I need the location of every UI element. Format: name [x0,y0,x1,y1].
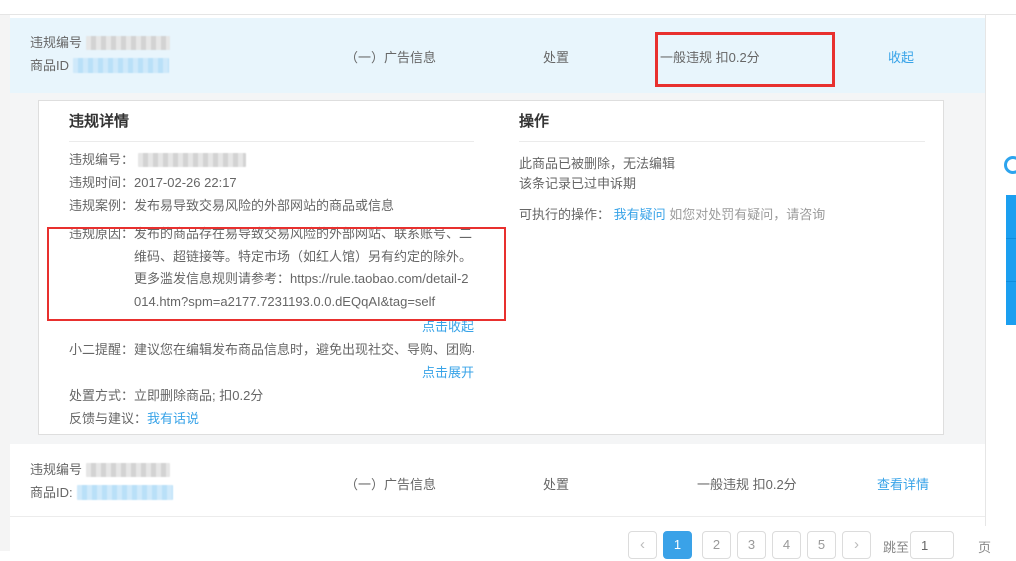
violation-detail-panel: 违规详情 违规编号： 违规时间： 2017-02-26 22:17 违规案例： … [38,100,944,435]
actions-label: 可执行的操作： [519,207,610,222]
jump-to-label: 跳至 [883,537,909,556]
redacted-violation-no [138,153,246,167]
penalty-text: 一般违规 扣0.2分 [697,474,797,493]
product-id-label: 商品ID [30,54,69,77]
violation-id-block: 违规编号 商品ID [30,18,170,77]
field-reminder: 小二提醒： 建议您在编辑发布商品信息时，避免出现社交、导购、团购、促... [69,338,474,361]
field-feedback: 反馈与建议： 我有话说 [69,407,474,430]
field-violation-time: 违规时间： 2017-02-26 22:17 [69,171,474,194]
field-violation-time-value: 2017-02-26 22:17 [134,171,474,194]
violation-no-line: 违规编号 [30,458,173,481]
right-divider-line [985,14,986,526]
next-page-button[interactable]: › [842,531,871,559]
page-button-3[interactable]: 3 [737,531,766,559]
violation-no-line: 违规编号 [30,31,170,54]
feedback-link[interactable]: 我有话说 [147,407,199,430]
violation-row-expanded: 违规编号 商品ID （一）广告信息 处置 一般违规 扣0.2分 收起 [10,18,985,93]
question-link[interactable]: 我有疑问 [614,207,666,222]
collapse-reason-link[interactable]: 点击收起 [422,319,474,334]
penalty-text: 一般违规 扣0.2分 [660,47,760,66]
violation-category: （一）广告信息 [345,474,436,493]
operation-status-line1: 此商品已被删除，无法编辑 [519,154,925,174]
redacted-violation-no [86,36,170,50]
field-disposal-method-label: 处置方式： [69,384,134,407]
collapse-link[interactable]: 收起 [888,47,914,66]
prev-page-button[interactable]: ‹ [628,531,657,559]
field-violation-reason: 违规原因： 发布的商品存在易导致交易风险的外部网站、联系账号、二维码、超链接等。… [69,223,474,313]
field-violation-reason-label: 违规原因： [69,223,134,313]
floating-service-icon [1004,156,1016,174]
redacted-product-id [77,485,173,500]
disposal-label: 处置 [543,474,569,493]
page-left-gutter [0,15,10,551]
page-button-2[interactable]: 2 [702,531,731,559]
violation-id-block: 违规编号 商品ID: [30,445,173,504]
redacted-product-id [73,58,169,73]
page-button-1[interactable]: 1 [663,531,692,559]
page-button-4[interactable]: 4 [772,531,801,559]
field-violation-no-label: 违规编号： [69,148,134,171]
field-violation-case: 违规案例： 发布易导致交易风险的外部网站的商品或信息 [69,194,474,217]
field-violation-reason-value: 发布的商品存在易导致交易风险的外部网站、联系账号、二维码、超链接等。特定市场（如… [134,223,474,313]
field-violation-no: 违规编号： [69,148,474,171]
operations-title: 操作 [519,113,925,142]
field-violation-time-label: 违规时间： [69,171,134,194]
field-reminder-text: 建议您在编辑发布商品信息时，避免出现社交、导购、团购、促... [134,338,474,361]
page-button-5[interactable]: 5 [807,531,836,559]
floating-toolbar[interactable] [1006,195,1016,325]
field-reminder-label: 小二提醒： [69,338,134,361]
page-unit-label: 页 [978,537,991,556]
action-hint: 如您对处罚有疑问，请咨询 [669,207,825,222]
field-disposal-method-value: 立即删除商品; 扣0.2分 [134,384,474,407]
violation-no-label: 违规编号 [30,458,82,481]
operations-column: 操作 此商品已被删除，无法编辑 该条记录已过申诉期 可执行的操作： 我有疑问 如… [519,101,925,225]
violation-category: （一）广告信息 [345,47,436,66]
expand-reminder-link[interactable]: 点击展开 [422,365,474,380]
pagination: ‹ 1 2 3 4 5 › 跳至 页 [620,531,1016,561]
product-id-line: 商品ID [30,54,170,77]
operation-status-line2: 该条记录已过申诉期 [519,174,925,194]
top-divider [0,0,1016,15]
operation-actions-line: 可执行的操作： 我有疑问 如您对处罚有疑问，请咨询 [519,205,925,225]
field-disposal-method: 处置方式： 立即删除商品; 扣0.2分 [69,384,474,407]
toolbar-separator [1006,238,1016,239]
product-id-line: 商品ID: [30,481,173,504]
product-id-label: 商品ID: [30,481,73,504]
violation-detail-title: 违规详情 [69,113,474,142]
violation-detail-column: 违规详情 违规编号： 违规时间： 2017-02-26 22:17 违规案例： … [69,101,474,430]
field-violation-case-value: 发布易导致交易风险的外部网站的商品或信息 [134,194,474,217]
disposal-label: 处置 [543,47,569,66]
toolbar-separator [1006,281,1016,282]
violation-row-collapsed: 违规编号 商品ID: （一）广告信息 处置 一般违规 扣0.2分 查看详情 [10,445,985,517]
field-violation-case-label: 违规案例： [69,194,134,217]
view-detail-link[interactable]: 查看详情 [877,474,929,493]
jump-to-page-input[interactable] [910,531,954,559]
violation-no-label: 违规编号 [30,31,82,54]
field-feedback-label: 反馈与建议： [69,407,147,430]
redacted-violation-no [86,463,170,477]
violation-fields: 违规编号： 违规时间： 2017-02-26 22:17 违规案例： 发布易导致… [69,148,474,313]
